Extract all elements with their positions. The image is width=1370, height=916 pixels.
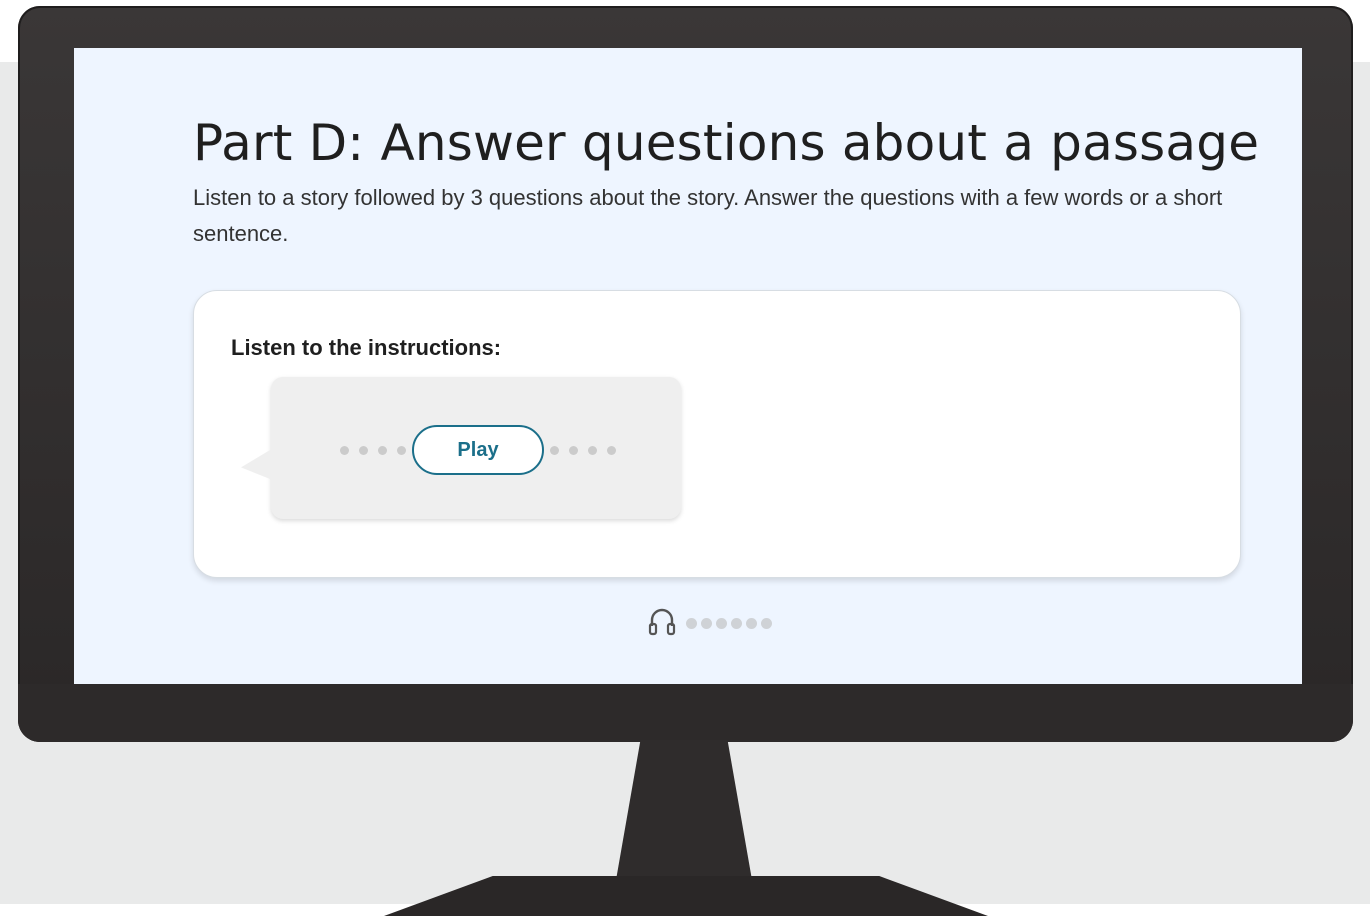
progress-dot [607,445,616,455]
instructions-card: Listen to the instructions: Play [193,290,1241,578]
play-button[interactable]: Play [412,425,544,475]
audio-player: Play [333,423,623,477]
headphones-icon [648,606,676,641]
monitor-screen: Part D: Answer questions about a passage… [74,48,1302,684]
progress-dot [569,445,578,455]
progress-dot [340,445,349,455]
audio-progress-dots-left [340,445,406,455]
progress-dot [761,617,772,629]
monitor-chin [18,684,1353,742]
progress-dot [588,445,597,455]
progress-dot [746,617,757,629]
progress-dot [359,445,368,455]
footer-progress-dots [686,617,772,629]
page-title: Part D: Answer questions about a passage [193,114,1260,172]
progress-dot [716,617,727,629]
progress-dot [397,445,406,455]
footer-audio-indicator [648,608,772,638]
page-subtitle: Listen to a story followed by 3 question… [193,185,1223,246]
progress-dot [378,445,387,455]
audio-speech-bubble: Play [241,377,681,519]
progress-dot [731,617,742,629]
progress-dot [550,445,559,455]
progress-dot [686,617,697,629]
speech-bubble-tail [241,447,275,481]
instructions-label: Listen to the instructions: [231,335,502,360]
progress-dot [701,617,712,629]
audio-progress-dots-right [550,445,616,455]
